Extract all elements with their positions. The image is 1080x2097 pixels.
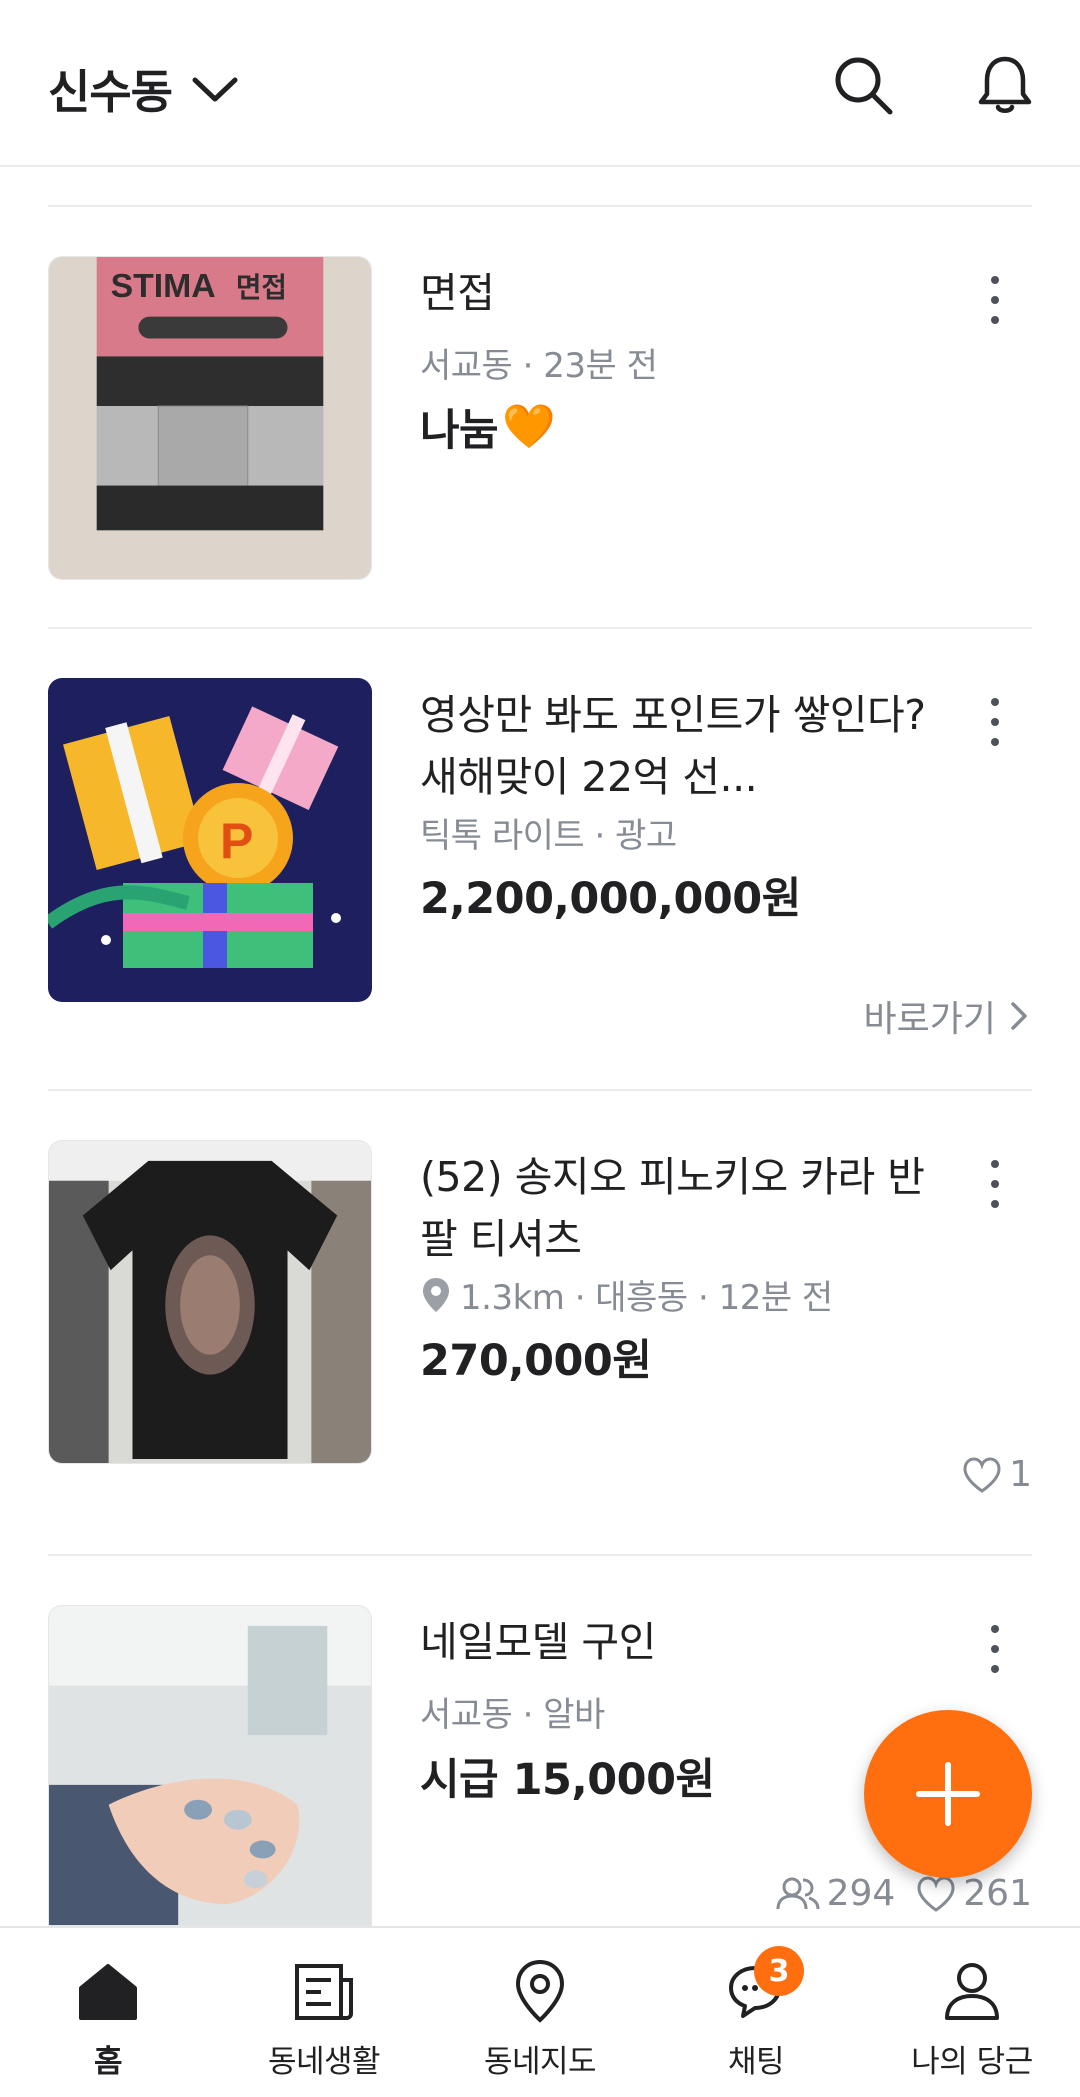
nav-label: 동네생활 xyxy=(267,2044,381,2080)
nav-neighborhood-map[interactable]: 동네지도 xyxy=(432,1928,648,2097)
book-image: STIMA 면접 xyxy=(49,257,371,579)
item-price: 나눔 🧡 xyxy=(420,396,556,458)
heart-icon xyxy=(963,1456,1001,1493)
like-count-value: 1 xyxy=(1009,1454,1032,1495)
svg-text:STIMA: STIMA xyxy=(111,267,216,305)
item-price: 시급 15,000원 xyxy=(420,1755,715,1805)
shortcut-label: 바로가기 xyxy=(863,999,996,1040)
like-count-value: 261 xyxy=(963,1873,1032,1914)
location-selector[interactable]: 신수동 xyxy=(48,56,240,122)
bottom-navigation: 홈 동네생활 동네지도 3 채팅 나의 당근 xyxy=(0,1926,1080,2097)
svg-text:면접: 면접 xyxy=(236,271,287,304)
item-title: 면접 xyxy=(420,269,495,317)
plus-icon xyxy=(916,1762,980,1826)
nav-neighborhood-life[interactable]: 동네생활 xyxy=(216,1928,432,2097)
shirt-image xyxy=(49,1141,371,1463)
more-options-icon[interactable] xyxy=(975,270,1015,330)
neighborhood-life-icon xyxy=(295,1964,353,2020)
item-meta: 1.3km · 대흥동 · 12분 전 xyxy=(420,1270,833,1319)
nav-my-carrot[interactable]: 나의 당근 xyxy=(864,1928,1080,2097)
home-icon xyxy=(79,1964,137,2020)
item-thumbnail xyxy=(48,1140,372,1464)
chat-unread-badge: 3 xyxy=(754,1946,804,1996)
item-meta: 틱톡 라이트 · 광고 xyxy=(420,816,677,856)
item-title: 네일모델 구인 xyxy=(420,1618,656,1666)
people-icon xyxy=(776,1877,820,1909)
item-meta: 서교동 · 알바 xyxy=(420,1695,605,1735)
chevron-down-icon xyxy=(192,77,238,102)
list-divider xyxy=(48,1554,1032,1556)
bell-icon[interactable] xyxy=(972,52,1038,118)
nav-label: 홈 xyxy=(93,2044,123,2080)
nav-label: 동네지도 xyxy=(483,2044,597,2080)
location-label: 신수동 xyxy=(48,65,173,119)
nav-home[interactable]: 홈 xyxy=(0,1928,216,2097)
shortcut-link[interactable]: 바로가기 xyxy=(864,990,1032,1042)
search-icon[interactable] xyxy=(830,52,896,118)
more-options-icon[interactable] xyxy=(975,692,1015,752)
chevron-right-icon xyxy=(1011,1002,1027,1030)
item-stats: 294 261 xyxy=(775,1873,1032,1914)
item-title: (52) 송지오 피노키오 카라 반팔 티셔츠 xyxy=(420,1153,925,1263)
nav-chat[interactable]: 3 채팅 xyxy=(648,1928,864,2097)
svg-text:P: P xyxy=(220,813,253,869)
more-options-icon[interactable] xyxy=(975,1154,1015,1214)
nav-label: 나의 당근 xyxy=(911,2044,1033,2080)
like-count: 1 xyxy=(961,1454,1032,1495)
applicant-count: 294 xyxy=(826,1873,896,1914)
item-meta: 서교동 · 23분 전 xyxy=(420,346,658,386)
item-price-label: 나눔 xyxy=(420,406,499,456)
item-title: 영상만 봐도 포인트가 쌓인다? 새해맞이 22억 선... xyxy=(420,691,926,801)
item-thumbnail: P xyxy=(48,678,372,1002)
nail-image xyxy=(49,1606,371,1925)
list-divider xyxy=(48,205,1032,207)
item-meta-text: 1.3km · 대흥동 · 12분 전 xyxy=(460,1278,833,1318)
list-divider xyxy=(48,1089,1032,1091)
nav-label: 채팅 xyxy=(727,2044,785,2080)
item-thumbnail xyxy=(48,1605,372,1926)
heart-icon xyxy=(917,1875,955,1912)
orange-heart-icon: 🧡 xyxy=(502,402,556,452)
gift-coin-image: P xyxy=(48,678,372,1002)
more-options-icon[interactable] xyxy=(975,1619,1015,1679)
item-price: 270,000원 xyxy=(420,1336,652,1386)
location-pin-icon xyxy=(423,1277,449,1312)
item-price: 2,200,000,000원 xyxy=(420,874,801,924)
user-icon xyxy=(945,1963,999,2020)
write-post-button[interactable] xyxy=(864,1710,1032,1878)
map-pin-icon xyxy=(515,1959,565,2023)
top-app-bar: 신수동 xyxy=(0,0,1080,167)
list-divider xyxy=(48,627,1032,629)
item-thumbnail: STIMA 면접 xyxy=(48,256,372,580)
